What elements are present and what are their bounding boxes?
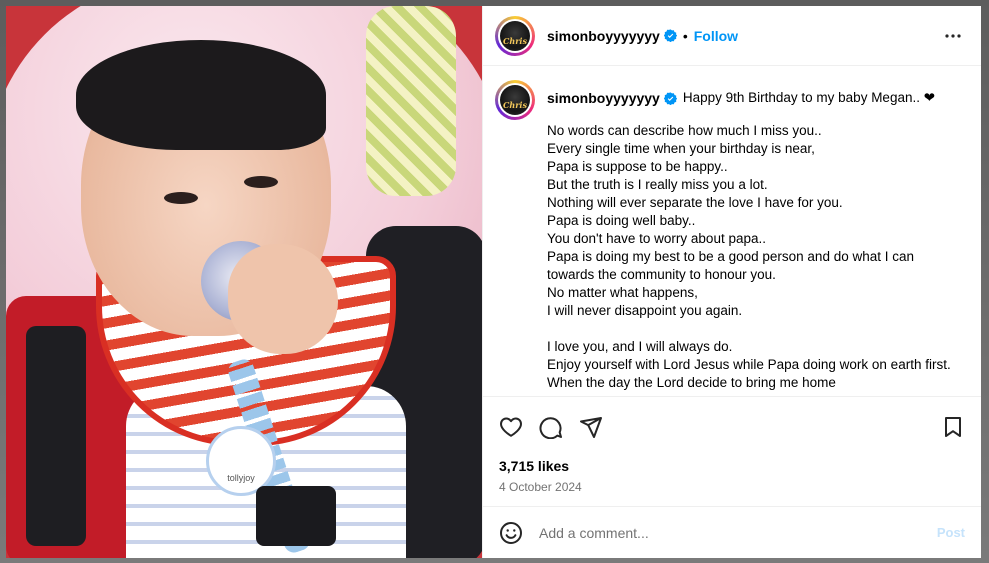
photo-baby-eye-right [244, 176, 278, 188]
caption-line: When the day the Lord decide to bring me… [547, 375, 836, 390]
caption-username[interactable]: simonboyyyyyyy [547, 89, 660, 107]
comment-bubble-icon[interactable] [539, 415, 563, 439]
avatar-ring: Chris [498, 18, 532, 53]
verified-badge-icon [663, 29, 677, 42]
post-date[interactable]: 4 October 2024 [483, 474, 981, 506]
save-bookmark-icon[interactable] [941, 415, 965, 439]
photo-clip-text: tollyjoy [227, 473, 255, 483]
caption-line: Papa is suppose to be happy.. [547, 159, 728, 174]
caption-text: simonboyyyyyyy Happy 9th Birthday to my … [547, 80, 965, 396]
follow-button[interactable]: Follow [694, 28, 738, 44]
caption-avatar-ring: Chris [498, 83, 532, 117]
action-bar [483, 396, 981, 456]
caption-line: Papa is doing well baby.. [547, 213, 696, 228]
caption-area[interactable]: Chris simonboyyyyyyy Happy 9th Birthday … [483, 66, 981, 396]
caption-line: Every single time when your birthday is … [547, 141, 815, 156]
caption-avatar[interactable]: Chris [495, 80, 535, 120]
post-header: Chris simonboyyyyyyy • Follow [483, 6, 981, 66]
header-separator: • [682, 27, 688, 44]
caption-line: You don't have to worry about papa.. [547, 231, 766, 246]
avatar[interactable]: Chris [495, 15, 535, 56]
header-username[interactable]: simonboyyyyyyy [547, 28, 660, 44]
caption-avatar-text: Chris [503, 100, 527, 110]
more-options-icon[interactable] [941, 24, 965, 48]
photo-seat-buckle [256, 486, 336, 546]
emoji-smiley-icon[interactable] [499, 521, 523, 545]
comment-bar: Post [483, 506, 981, 558]
caption-verified-badge-icon [663, 91, 677, 105]
caption-body: No words can describe how much I miss yo… [547, 122, 965, 392]
caption-line: But the truth is I really miss you a lot… [547, 177, 768, 192]
avatar-image: Chris [500, 20, 530, 51]
caption-line: I love you, and I will always do. [547, 339, 733, 354]
photo-baby-eye-left [164, 192, 198, 204]
likes-count[interactable]: 3,715 likes [483, 456, 981, 474]
caption-line: I will never disappoint you again. [547, 303, 743, 318]
photo-baby-hair [76, 40, 326, 150]
photo-baby-hand [228, 244, 338, 354]
avatar-text: Chris [503, 35, 527, 46]
post-photo[interactable]: tollyjoy [6, 6, 482, 558]
caption-line: No matter what happens, [547, 285, 698, 300]
caption-avatar-image: Chris [500, 85, 530, 115]
share-paper-plane-icon[interactable] [579, 415, 603, 439]
like-heart-icon[interactable] [499, 415, 523, 439]
post-modal: tollyjoy Chris simonboyyyyyyy • Follow C… [6, 6, 981, 558]
caption-first-line: simonboyyyyyyy Happy 9th Birthday to my … [547, 84, 965, 112]
caption-headline: Happy 9th Birthday to my baby Megan.. ❤ [682, 90, 936, 105]
comment-input[interactable] [539, 524, 937, 541]
caption-line: No words can describe how much I miss yo… [547, 123, 822, 138]
photo-toy [366, 6, 456, 196]
post-panel: Chris simonboyyyyyyy • Follow Chris simo… [482, 6, 981, 558]
caption-line: Nothing will ever separate the love I ha… [547, 195, 843, 210]
caption-line: Enjoy yourself with Lord Jesus while Pap… [547, 357, 951, 372]
post-comment-button[interactable]: Post [937, 525, 965, 540]
caption-line: Papa is doing my best to be a good perso… [547, 249, 918, 282]
